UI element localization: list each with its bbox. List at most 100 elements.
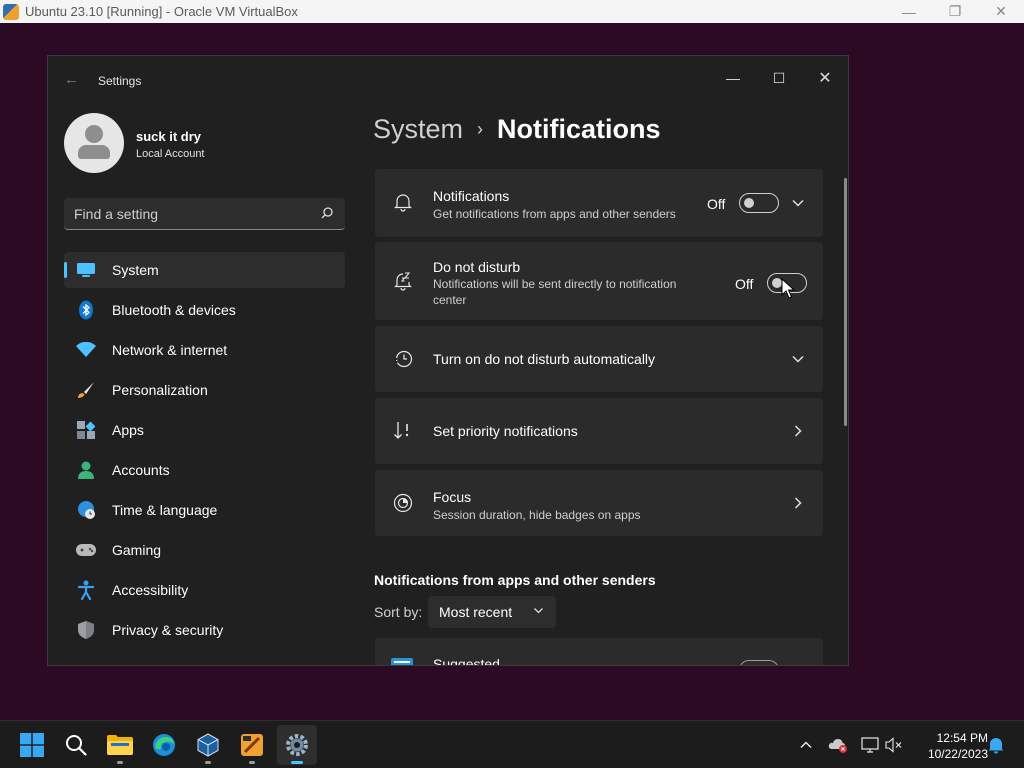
chevron-right-icon[interactable]	[791, 496, 805, 510]
apps-icon	[76, 420, 96, 440]
do-not-disturb-card: Do not disturb Notifications will be sen…	[375, 242, 823, 320]
network-status[interactable]	[860, 735, 880, 755]
sidebar-item-label: Privacy & security	[112, 622, 224, 638]
avatar[interactable]	[64, 113, 124, 173]
host-minimize-button[interactable]: —	[886, 0, 932, 23]
sidebar-item-label: Accessibility	[112, 582, 189, 598]
notification-center-button[interactable]	[986, 735, 1006, 755]
sidebar-item-privacy[interactable]: Privacy & security	[64, 612, 345, 648]
dnd-title: Do not disturb	[433, 259, 521, 275]
bell-icon	[988, 738, 1004, 754]
taskbar-search-button[interactable]	[56, 725, 96, 765]
taskbar: 12:54 PM 10/22/2023	[0, 720, 1024, 768]
focus-card[interactable]: Focus Session duration, hide badges on a…	[375, 470, 823, 536]
account-type: Local Account	[136, 148, 205, 160]
notifications-card[interactable]: Notifications Get notifications from app…	[375, 169, 823, 237]
onedrive-status[interactable]	[828, 735, 848, 755]
breadcrumb-parent[interactable]: System	[373, 114, 463, 145]
maximize-button[interactable]: ☐	[756, 62, 802, 94]
sidebar-item-label: Time & language	[112, 502, 218, 518]
sidebar-item-time-language[interactable]: Time & language	[64, 492, 345, 528]
wifi-icon	[76, 340, 96, 360]
minimize-button[interactable]: —	[710, 62, 756, 94]
settings-window: ← Settings — ☐ ✕ suck it dry Local Accou…	[47, 55, 849, 666]
avatar-body	[78, 145, 110, 159]
notifications-title: Notifications	[433, 188, 510, 204]
sidebar-item-label: Bluetooth & devices	[112, 302, 236, 318]
taskbar-file-explorer[interactable]	[100, 725, 140, 765]
priority-notifications-card[interactable]: Set priority notifications	[375, 398, 823, 464]
focus-icon	[393, 493, 413, 513]
sidebar-item-gaming[interactable]: Gaming	[64, 532, 345, 568]
priority-arrows-icon	[394, 422, 409, 439]
sidebar-item-apps[interactable]: Apps	[64, 412, 345, 448]
sidebar-item-system[interactable]: System	[64, 252, 345, 288]
bluetooth-icon	[76, 300, 96, 320]
dnd-subtitle: Notifications will be sent directly to n…	[433, 277, 677, 307]
sidebar-item-label: Personalization	[112, 382, 208, 398]
sidebar-item-personalization[interactable]: Personalization	[64, 372, 345, 408]
taskbar-clock[interactable]: 12:54 PM 10/22/2023	[912, 730, 988, 762]
clock-date: 10/22/2023	[927, 747, 988, 761]
search-input[interactable]	[74, 198, 304, 229]
taskbar-settings[interactable]	[277, 725, 317, 765]
chevron-down-icon	[534, 608, 543, 614]
brush-icon	[76, 380, 96, 400]
search-icon[interactable]	[321, 207, 333, 219]
volume-muted-icon	[885, 737, 902, 753]
sidebar-item-accessibility[interactable]: Accessibility	[64, 572, 345, 608]
accessibility-icon	[76, 580, 96, 600]
suggested-app-icon	[391, 658, 413, 665]
virtualbox-icon	[197, 733, 219, 757]
taskbar-app[interactable]	[232, 725, 272, 765]
host-restore-button[interactable]: ❐	[932, 0, 978, 23]
avatar-head	[85, 125, 103, 143]
search-icon	[66, 735, 87, 756]
search-box[interactable]	[64, 198, 345, 230]
content-scrollbar[interactable]	[844, 178, 847, 426]
volume-status[interactable]	[884, 735, 904, 755]
sidebar-item-bluetooth[interactable]: Bluetooth & devices	[64, 292, 345, 328]
notifications-toggle[interactable]	[739, 193, 779, 213]
suggested-toggle[interactable]	[739, 660, 779, 665]
mouse-cursor-icon	[781, 278, 795, 299]
notifications-state: Off	[707, 196, 726, 212]
toggle-knob	[744, 198, 754, 208]
senders-heading: Notifications from apps and other sender…	[374, 572, 656, 588]
taskbar-edge[interactable]	[144, 725, 184, 765]
network-icon	[861, 737, 879, 753]
notifications-subtitle: Get notifications from apps and other se…	[433, 207, 676, 221]
chevron-down-icon[interactable]	[791, 352, 805, 366]
show-hidden-icons-button[interactable]	[796, 735, 816, 755]
taskbar-virtualbox[interactable]	[188, 725, 228, 765]
window-title: Settings	[98, 74, 142, 88]
chevron-down-icon[interactable]	[791, 196, 805, 210]
sidebar-item-label: Apps	[112, 422, 144, 438]
sidebar-item-accounts[interactable]: Accounts	[64, 452, 345, 488]
gamepad-icon	[76, 540, 96, 560]
sidebar-item-network[interactable]: Network & internet	[64, 332, 345, 368]
start-button[interactable]	[12, 725, 52, 765]
chevron-right-icon[interactable]	[791, 424, 805, 438]
close-button[interactable]: ✕	[802, 62, 848, 94]
sidebar-nav: System Bluetooth & devices Network & int…	[64, 252, 345, 652]
running-indicator	[249, 761, 255, 764]
priority-title: Set priority notifications	[433, 423, 578, 439]
start-icon	[20, 733, 44, 757]
host-close-button[interactable]: ✕	[978, 0, 1024, 23]
sidebar-item-label: Network & internet	[112, 342, 228, 358]
sort-value: Most recent	[439, 604, 513, 620]
sort-dropdown[interactable]: Most recent	[428, 596, 556, 628]
auto-dnd-title: Turn on do not disturb automatically	[433, 351, 656, 367]
breadcrumb-separator: ›	[477, 119, 484, 139]
back-arrow-icon[interactable]: ←	[64, 72, 80, 88]
person-icon	[76, 460, 96, 480]
file-explorer-icon	[107, 735, 133, 755]
auto-dnd-card[interactable]: Turn on do not disturb automatically	[375, 326, 823, 392]
sort-label: Sort by:	[374, 604, 423, 620]
active-indicator	[291, 761, 303, 764]
chevron-up-icon	[800, 741, 812, 749]
suggested-title: Suggested	[433, 656, 500, 666]
suggested-sender-row[interactable]: Suggested	[375, 638, 823, 666]
bell-icon	[394, 194, 412, 212]
